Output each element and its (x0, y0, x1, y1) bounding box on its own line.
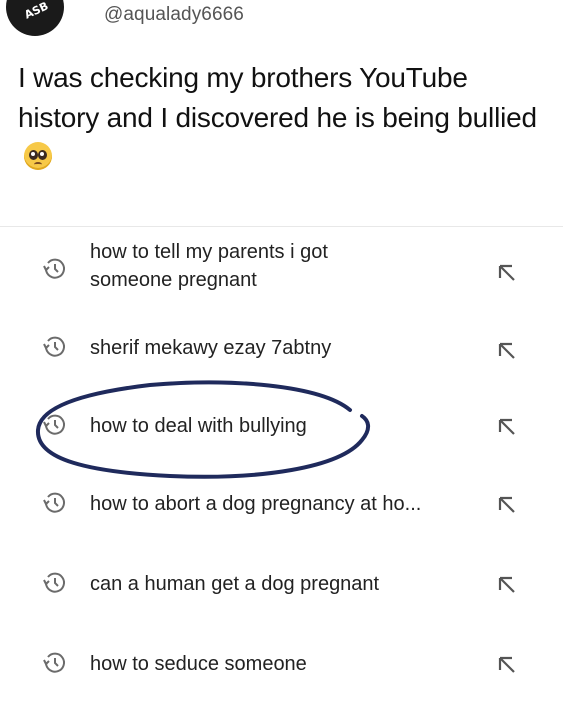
tweet-text: I was checking my brothers YouTube histo… (18, 58, 548, 178)
avatar[interactable]: ASB (6, 0, 64, 36)
history-item-label: how to deal with bullying (90, 415, 307, 437)
history-item-label: can a human get a dog pregnant (90, 573, 380, 595)
history-clock-icon (43, 652, 65, 673)
insert-arrow-icon[interactable] (496, 340, 518, 362)
divider (0, 226, 563, 227)
history-item-label: sherif mekawy ezay 7abtny (90, 337, 332, 359)
history-item[interactable]: how to abort a dog pregnancy at ho... (0, 488, 563, 518)
insert-arrow-icon[interactable] (496, 654, 518, 676)
insert-arrow-icon[interactable] (496, 262, 518, 284)
history-clock-icon (43, 572, 65, 593)
history-item[interactable]: how to tell my parents i got someone pre… (0, 238, 563, 298)
insert-arrow-icon[interactable] (496, 416, 518, 438)
user-handle[interactable]: @aqualady6666 (104, 4, 244, 26)
history-item[interactable]: sherif mekawy ezay 7abtny (0, 332, 563, 362)
history-clock-icon (43, 492, 65, 513)
history-clock-icon (43, 336, 65, 357)
insert-arrow-icon[interactable] (496, 574, 518, 596)
history-item-label: how to tell my parents i got (90, 241, 328, 263)
history-item-label: how to abort a dog pregnancy at ho... (90, 493, 422, 515)
history-item-label: how to seduce someone (90, 653, 307, 675)
avatar-text: ASB (22, 0, 51, 22)
history-item[interactable]: can a human get a dog pregnant (0, 568, 563, 598)
history-item[interactable]: how to deal with bullying (0, 410, 563, 440)
history-item[interactable]: how to seduce someone (0, 648, 563, 678)
history-item-label-line2: someone pregnant (90, 269, 257, 291)
pleading-face-icon (24, 142, 52, 170)
insert-arrow-icon[interactable] (496, 494, 518, 516)
tweet-body: I was checking my brothers YouTube histo… (18, 62, 537, 133)
history-clock-icon (43, 258, 65, 279)
history-clock-icon (43, 414, 65, 435)
